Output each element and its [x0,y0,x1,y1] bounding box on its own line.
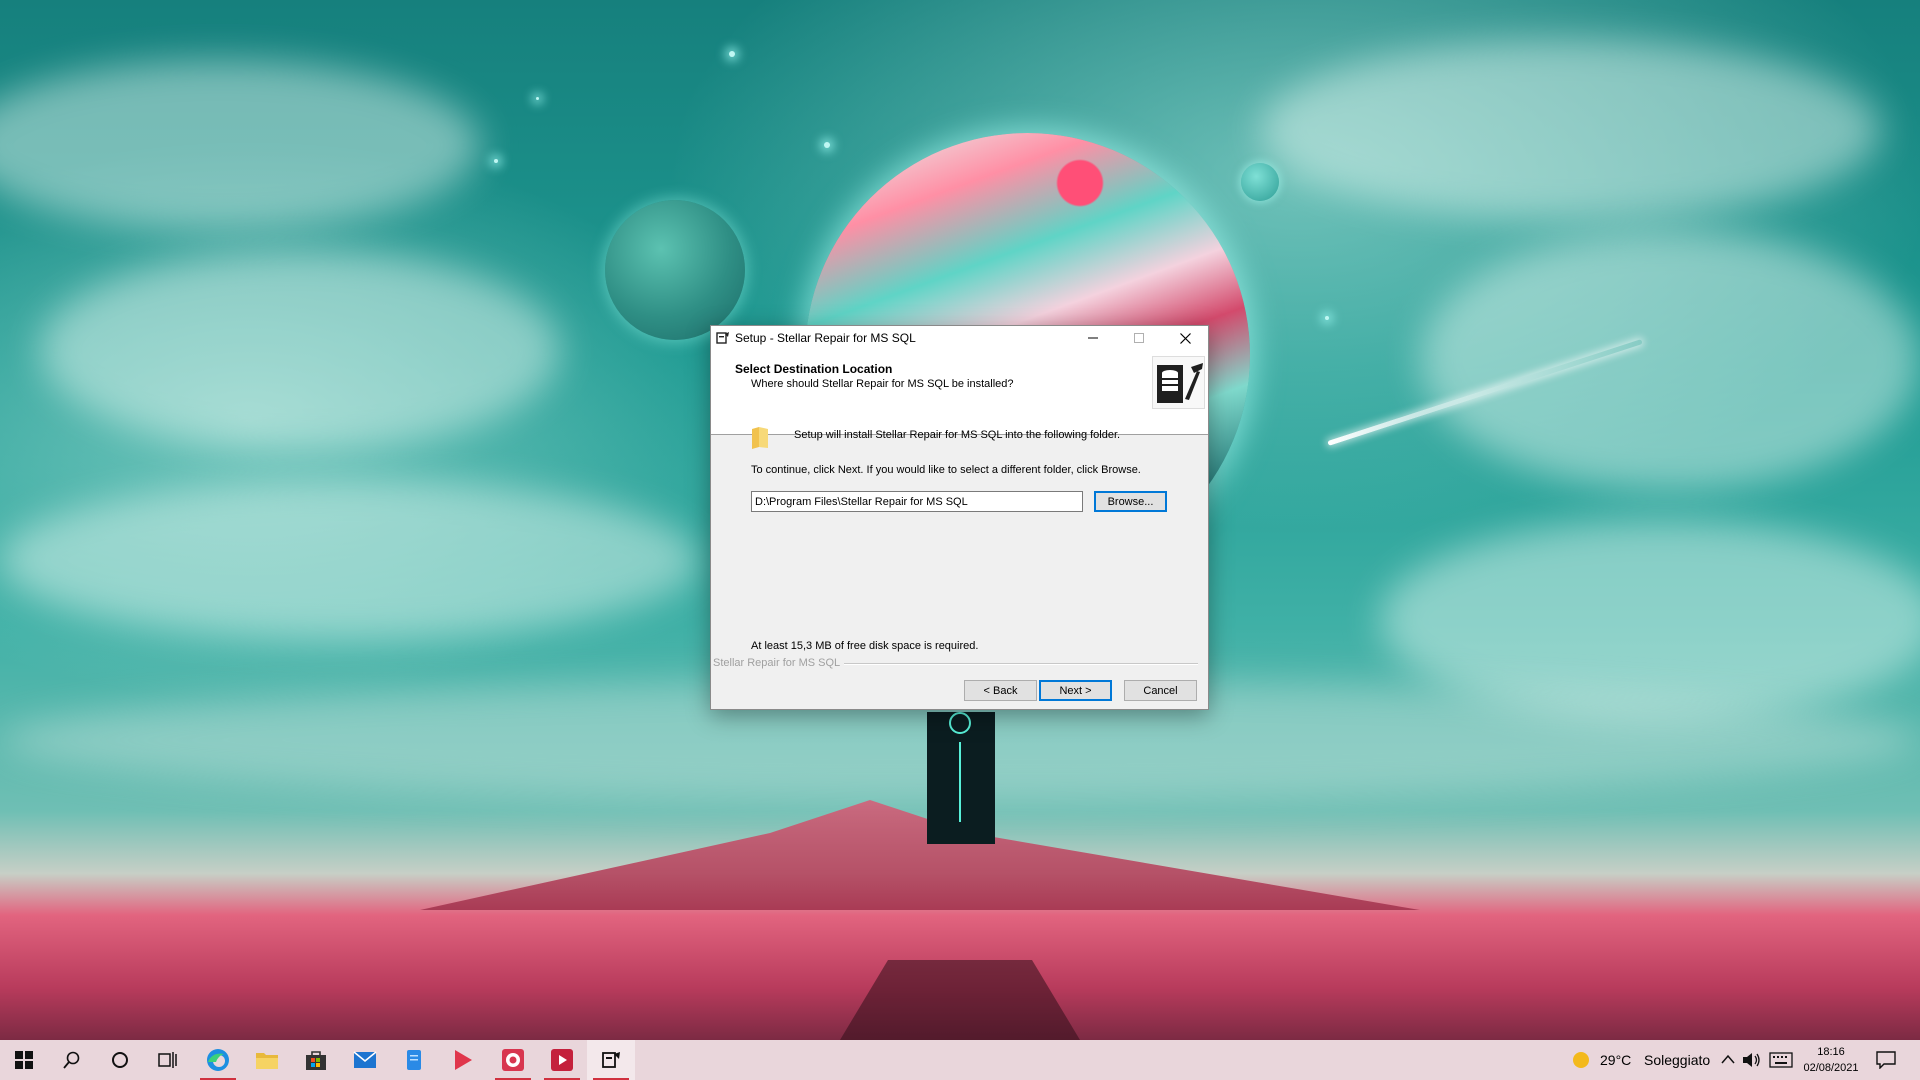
media-player-icon [455,1050,472,1070]
window-title: Setup - Stellar Repair for MS SQL [735,331,916,345]
taskbar-document[interactable] [390,1040,438,1080]
clock[interactable]: 18:16 02/08/2021 [1800,1044,1862,1076]
taskbar-video-app[interactable] [538,1040,586,1080]
clock-date: 02/08/2021 [1803,1062,1859,1074]
cancel-button[interactable]: Cancel [1124,680,1197,701]
setup-app-icon [602,1052,620,1068]
taskbar-file-explorer[interactable] [243,1040,291,1080]
cortana-button[interactable] [96,1040,144,1080]
setup-app-icon [716,332,729,344]
browse-button[interactable]: Browse... [1094,491,1167,512]
minimize-icon [1088,337,1098,339]
task-view-icon [158,1052,177,1068]
disk-space-text: At least 15,3 MB of free disk space is r… [751,640,979,652]
wizard-logo-icon [1152,356,1205,409]
monolith-shadow [840,960,1080,1040]
cloud [1420,230,1920,490]
brand-label: Stellar Repair for MS SQL [713,657,845,669]
star [1325,316,1329,320]
title-bar[interactable]: Setup - Stellar Repair for MS SQL [711,326,1208,350]
install-info-text: Setup will install Stellar Repair for MS… [794,429,1121,441]
video-app-icon [551,1049,573,1071]
taskbar-mail[interactable] [341,1040,389,1080]
taskbar-chrome-app[interactable] [489,1040,537,1080]
keyboard-icon[interactable] [1769,1052,1793,1068]
weather-sun-icon[interactable] [1571,1050,1591,1070]
next-button[interactable]: Next > [1039,680,1112,701]
close-icon [1179,332,1191,344]
cloud [0,480,700,640]
weather-description[interactable]: Soleggiato [1644,1052,1710,1068]
taskbar-setup-app[interactable] [587,1040,635,1080]
windows-start-icon [15,1051,33,1069]
maximize-icon [1134,333,1144,343]
moon [605,200,745,340]
chrome-app-icon [502,1049,524,1071]
minimize-button[interactable] [1070,326,1116,350]
page-title: Select Destination Location [735,362,893,376]
monolith [927,712,995,844]
store-icon [306,1051,326,1070]
star [729,51,735,57]
taskbar-edge[interactable] [194,1040,242,1080]
mail-icon [353,1051,377,1068]
chevron-up-icon[interactable] [1721,1054,1735,1064]
star [536,97,539,100]
small-moon [1241,163,1279,201]
task-view-button[interactable] [144,1040,192,1080]
cloud [40,250,560,450]
cloud [1260,40,1880,220]
maximize-button[interactable] [1116,326,1162,350]
taskbar-store[interactable] [292,1040,340,1080]
folder-icon [752,427,768,449]
search-icon [63,1051,80,1069]
document-icon [407,1050,421,1070]
taskbar-media-player[interactable] [439,1040,487,1080]
continue-instructions-text: To continue, click Next. If you would li… [751,464,1141,476]
setup-dialog: Setup - Stellar Repair for MS SQL Select… [710,325,1209,710]
back-button[interactable]: < Back [964,680,1037,701]
weather-temperature[interactable]: 29°C [1600,1052,1631,1068]
search-button[interactable] [48,1040,96,1080]
monolith-line [959,742,961,822]
monolith-ring [949,712,971,734]
mountain [420,800,1420,910]
close-button[interactable] [1162,326,1208,350]
clock-time: 18:16 [1817,1046,1845,1058]
wizard-header: Select Destination Location Where should… [711,350,1208,435]
destination-path-input[interactable] [751,491,1083,512]
star [494,159,498,163]
page-subtitle: Where should Stellar Repair for MS SQL b… [751,378,1014,390]
file-explorer-icon [256,1053,278,1069]
brand-separator: Stellar Repair for MS SQL [713,657,1208,669]
taskbar: 29°C Soleggiato 18:16 02/08/2021 [0,1040,1920,1080]
volume-icon[interactable] [1742,1051,1762,1069]
edge-icon [207,1049,229,1071]
star [824,142,830,148]
cortana-icon [112,1052,128,1068]
notifications-icon[interactable] [1876,1051,1896,1069]
start-button[interactable] [0,1040,48,1080]
cloud [0,60,480,230]
